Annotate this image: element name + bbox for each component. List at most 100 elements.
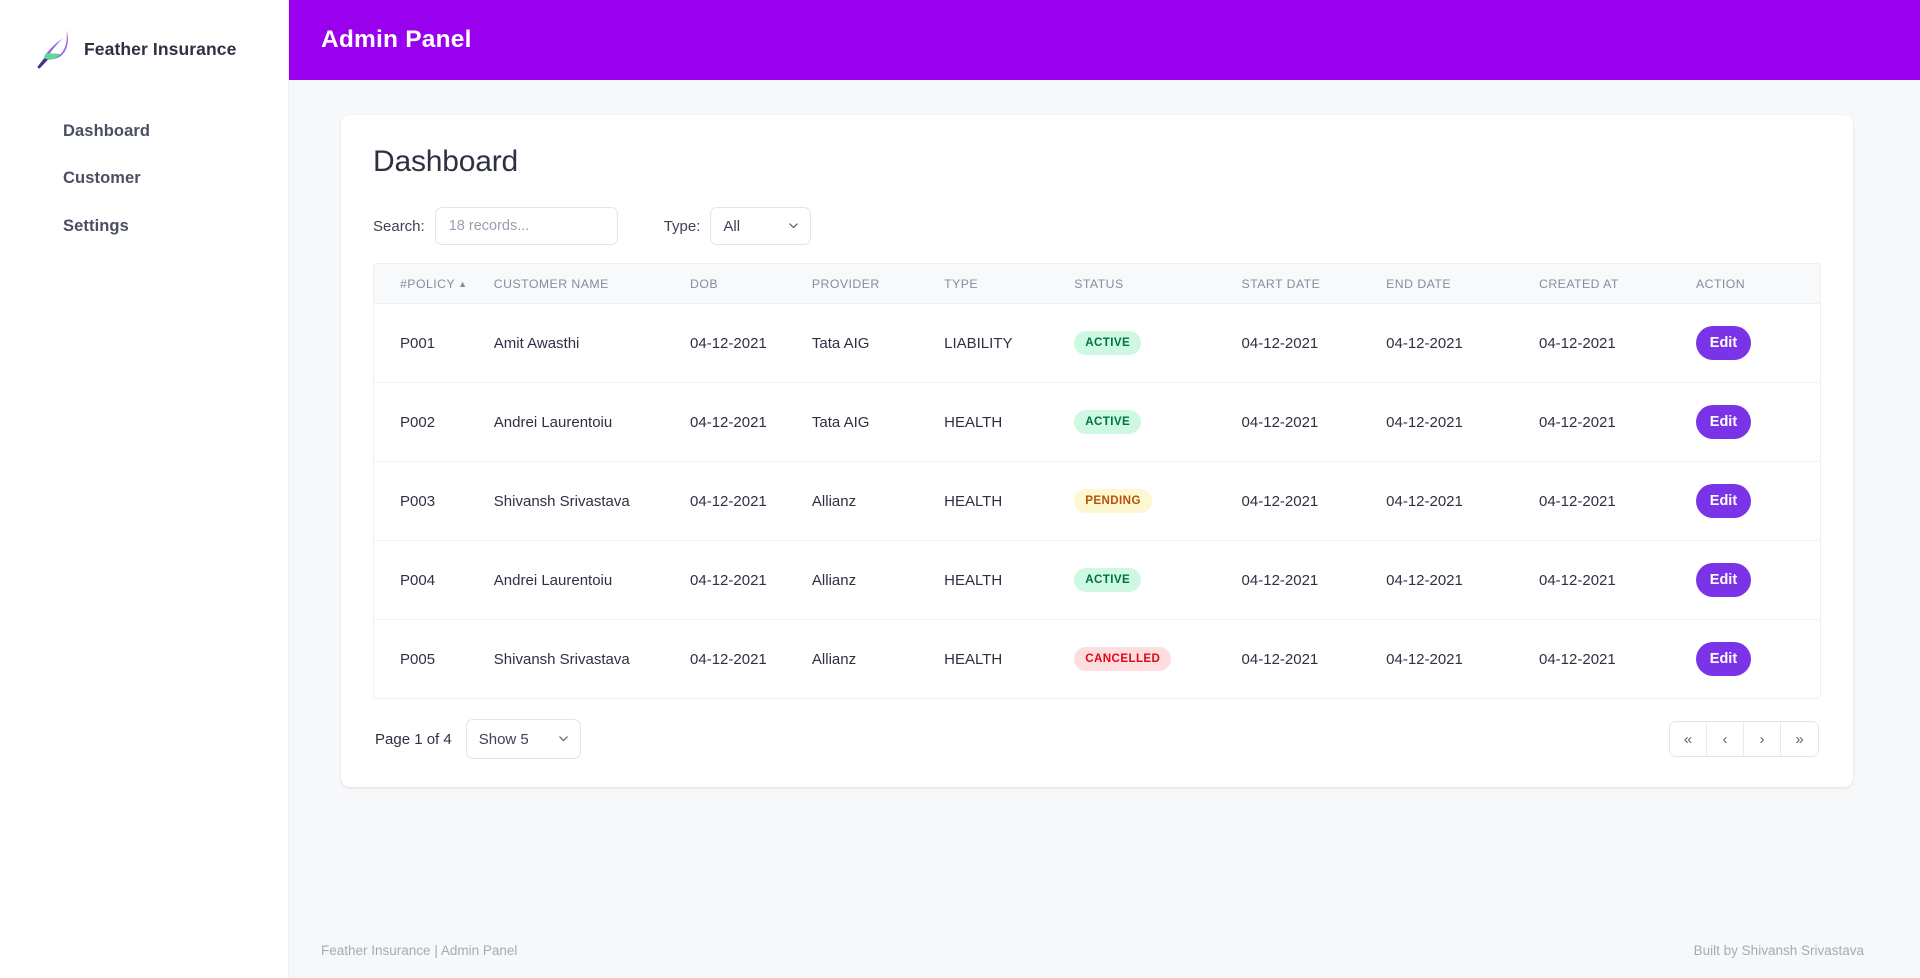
cell-dob: 04-12-2021 xyxy=(690,382,812,462)
cell-created-at: 04-12-2021 xyxy=(1539,540,1696,620)
column-header-policy-label: #POLICY xyxy=(400,277,456,291)
cell-action: Edit xyxy=(1695,303,1820,383)
search-label: Search: xyxy=(373,217,425,235)
table-row: P004 Andrei Laurentoiu 04-12-2021 Allianz HE… xyxy=(374,540,1820,620)
column-header-provider[interactable]: PROVIDER xyxy=(811,264,945,304)
cell-action: Edit xyxy=(1695,540,1820,620)
sort-ascending-icon: ▲ xyxy=(458,279,468,289)
sidebar-nav: Dashboard Customer Settings xyxy=(0,108,288,250)
page-title: Dashboard xyxy=(373,145,518,178)
status-badge: CANCELLED xyxy=(1074,646,1172,672)
cell-customer-name: Shivansh Srivastava xyxy=(493,650,630,668)
cell-created-at: 04-12-2021 xyxy=(1539,382,1696,462)
filter-bar: Search: Type: All xyxy=(373,207,1821,245)
cell-status: PENDING xyxy=(1074,461,1242,541)
column-header-dob[interactable]: DOB xyxy=(690,264,812,304)
cell-provider: Allianz xyxy=(811,461,945,541)
sidebar-item-settings[interactable]: Settings xyxy=(0,203,288,250)
column-header-type[interactable]: TYPE xyxy=(944,264,1075,304)
cell-end-date: 04-12-2021 xyxy=(1386,303,1539,383)
cell-start-date: 04-12-2021 xyxy=(1241,650,1319,668)
cell-action: Edit xyxy=(1695,382,1820,462)
type-filter-group: Type: All xyxy=(664,207,812,245)
type-label: Type: xyxy=(663,217,701,235)
cell-action: Edit xyxy=(1695,620,1820,699)
edit-button[interactable]: Edit xyxy=(1695,326,1751,360)
sidebar-item-dashboard[interactable]: Dashboard xyxy=(0,108,288,155)
footer: Feather Insurance | Admin Panel Built by… xyxy=(289,922,1920,978)
topbar-title: Admin Panel xyxy=(321,26,472,53)
first-page-button[interactable]: « xyxy=(1670,722,1707,756)
cell-created-at: 04-12-2021 xyxy=(1539,650,1616,668)
cell-end-date: 04-12-2021 xyxy=(1386,650,1463,668)
cell-status: ACTIVE xyxy=(1074,540,1242,620)
column-header-policy[interactable]: #POLICY ▲ xyxy=(374,264,494,304)
edit-button[interactable]: Edit xyxy=(1695,563,1751,597)
sidebar-item-customer[interactable]: Customer xyxy=(0,155,288,202)
brand[interactable]: Feather Insurance xyxy=(0,10,288,76)
brand-name: Feather Insurance xyxy=(84,38,237,59)
cell-end-date: 04-12-2021 xyxy=(1386,540,1539,620)
cell-type: LIABILITY xyxy=(944,303,1075,383)
cell-policy: P004 xyxy=(374,540,494,620)
cell-provider: Tata AIG xyxy=(811,303,945,383)
policies-table: #POLICY ▲ CUSTOMER NAME DOB PROVIDER TYPE… xyxy=(374,264,1820,698)
cell-created-at: 04-12-2021 xyxy=(1539,461,1696,541)
table-head: #POLICY ▲ CUSTOMER NAME DOB PROVIDER TYPE… xyxy=(374,264,1820,304)
status-badge: ACTIVE xyxy=(1074,330,1142,356)
cell-provider: Allianz xyxy=(811,650,857,668)
content-area: Dashboard Search: Type: All xyxy=(289,80,1920,922)
table-body: P001 Amit Awasthi 04-12-2021 Tata AIG LIABIL… xyxy=(374,303,1820,699)
status-badge: ACTIVE xyxy=(1074,409,1142,435)
cell-start-date: 04-12-2021 xyxy=(1241,382,1387,462)
cell-customer-name: Shivansh Srivastava xyxy=(493,461,691,541)
column-header-start-date[interactable]: START DATE xyxy=(1241,264,1387,304)
table-row: P005 Shivansh Srivastava 04-12-2021 Allianz… xyxy=(374,620,1820,699)
column-header-end-date[interactable]: END DATE xyxy=(1386,264,1539,304)
column-header-status[interactable]: STATUS xyxy=(1074,264,1242,304)
table-row: P003 Shivansh Srivastava 04-12-2021 Allianz… xyxy=(374,461,1820,541)
page-indicator: Page 1 of 4 xyxy=(375,730,452,748)
cell-type: HEALTH xyxy=(944,461,1075,541)
pagination: Page 1 of 4 Show 5 « ‹ › » xyxy=(373,719,1821,759)
page-size-select[interactable]: Show 5 xyxy=(465,719,581,759)
cell-customer-name: Andrei Laurentoiu xyxy=(493,540,691,620)
policies-table-wrapper: #POLICY ▲ CUSTOMER NAME DOB PROVIDER TYPE… xyxy=(373,263,1821,699)
column-header-created-at[interactable]: CREATED AT xyxy=(1539,264,1696,304)
cell-end-date: 04-12-2021 xyxy=(1386,382,1539,462)
sidebar: Feather Insurance Dashboard Customer Set… xyxy=(0,0,289,978)
cell-policy: P001 xyxy=(374,303,494,383)
cell-type: HEALTH xyxy=(944,382,1075,462)
footer-left-text: Feather Insurance | Admin Panel xyxy=(321,942,518,958)
pagination-left: Page 1 of 4 Show 5 xyxy=(375,719,581,759)
edit-button[interactable]: Edit xyxy=(1695,642,1751,676)
cell-provider: Tata AIG xyxy=(811,382,945,462)
cell-policy: P002 xyxy=(374,382,494,462)
dashboard-card: Dashboard Search: Type: All xyxy=(341,115,1853,787)
next-page-button[interactable]: › xyxy=(1744,722,1781,756)
last-page-button[interactable]: » xyxy=(1781,722,1818,756)
search-input[interactable] xyxy=(434,207,618,245)
cell-end-date: 04-12-2021 xyxy=(1386,461,1539,541)
cell-status: ACTIVE xyxy=(1074,382,1242,462)
cell-start-date: 04-12-2021 xyxy=(1241,540,1387,620)
cell-dob: 04-12-2021 xyxy=(690,461,812,541)
table-row: P002 Andrei Laurentoiu 04-12-2021 Tata AIG H… xyxy=(374,382,1820,462)
cell-dob: 04-12-2021 xyxy=(690,540,812,620)
cell-type: HEALTH xyxy=(944,540,1075,620)
app-root: Feather Insurance Dashboard Customer Set… xyxy=(0,0,1920,978)
cell-start-date: 04-12-2021 xyxy=(1241,303,1387,383)
cell-policy: P005 xyxy=(400,650,436,668)
cell-action: Edit xyxy=(1695,461,1820,541)
table-row: P001 Amit Awasthi 04-12-2021 Tata AIG LIABIL… xyxy=(374,303,1820,383)
edit-button[interactable]: Edit xyxy=(1695,484,1751,518)
previous-page-button[interactable]: ‹ xyxy=(1707,722,1744,756)
type-select[interactable]: All xyxy=(710,207,812,245)
edit-button[interactable]: Edit xyxy=(1695,405,1751,439)
cell-dob: 04-12-2021 xyxy=(690,650,767,668)
column-header-customer-name[interactable]: CUSTOMER NAME xyxy=(493,264,691,304)
chevron-down-icon xyxy=(789,223,799,229)
page-size-value: Show 5 xyxy=(478,730,529,748)
cell-customer-name: Andrei Laurentoiu xyxy=(493,382,691,462)
cell-status: ACTIVE xyxy=(1074,303,1242,383)
